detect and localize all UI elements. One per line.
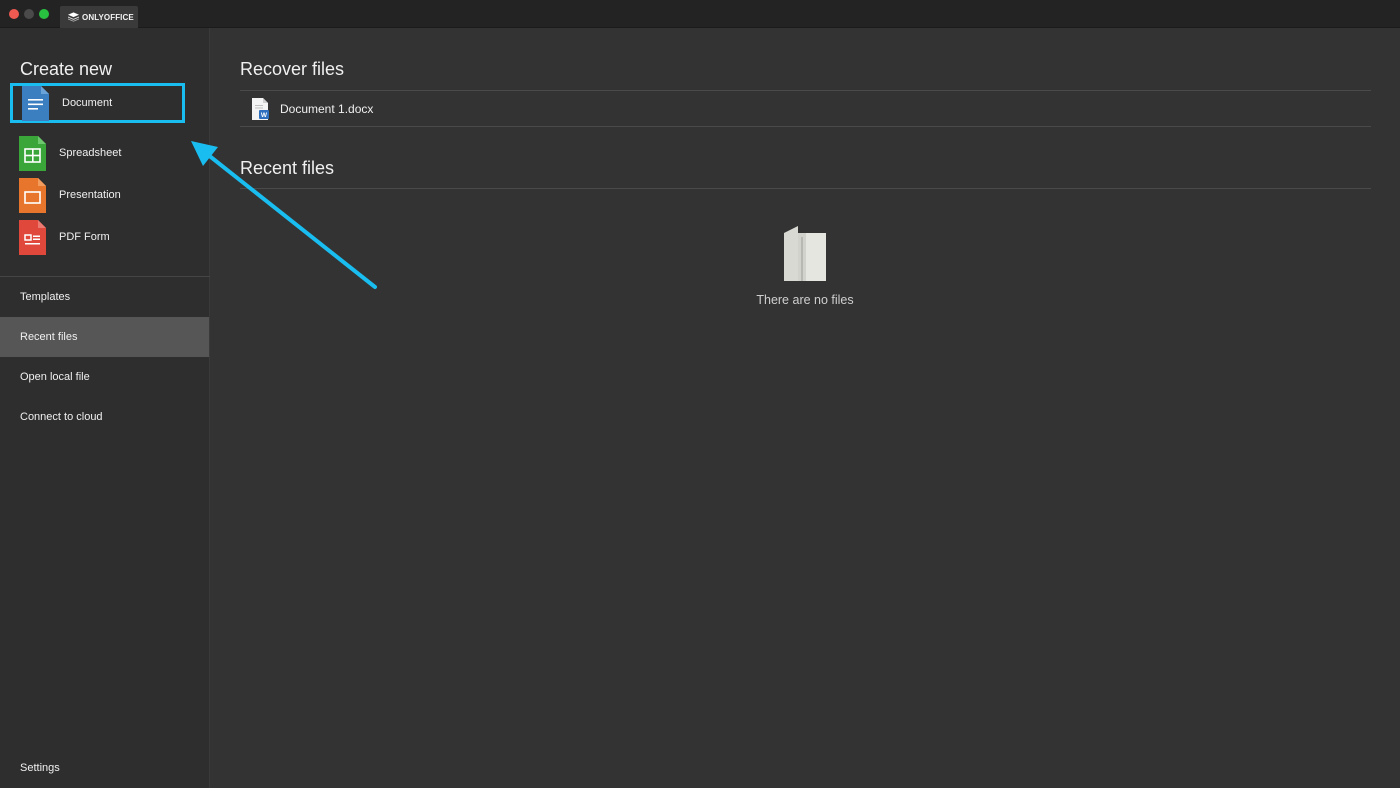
sidebar-item-open-local-file[interactable]: Open local file [0,357,209,397]
title-bar: ONLYOFFICE [0,0,1400,28]
pdf-form-icon [19,219,46,255]
window-close-button[interactable] [9,9,19,19]
recent-files-title: Recent files [240,158,335,178]
create-spreadsheet-label: Spreadsheet [59,147,122,159]
create-pdf-form-label: PDF Form [59,231,110,243]
main-panel: Recover files W Document 1.docx Recent f… [211,28,1400,788]
create-presentation-button[interactable]: Presentation [10,175,185,215]
create-pdf-form-button[interactable]: PDF Form [10,217,185,257]
app-tab-title: ONLYOFFICE [82,12,134,22]
recover-file-row[interactable]: W Document 1.docx [240,91,1371,126]
sidebar-item-settings[interactable]: Settings [0,748,209,788]
create-new-title: Create new [20,59,113,79]
document-icon [22,85,49,121]
sidebar-item-connect-to-cloud[interactable]: Connect to cloud [0,397,209,437]
window-minimize-button[interactable] [24,9,34,19]
empty-message: There are no files [756,293,854,307]
svg-text:W: W [261,112,268,119]
recent-divider [240,188,1371,189]
spreadsheet-icon [19,135,46,171]
sidebar-item-templates[interactable]: Templates [0,277,209,317]
create-document-button[interactable]: Document [10,83,185,123]
recover-file-name: Document 1.docx [280,101,374,116]
presentation-icon [19,177,46,213]
onlyoffice-logo-icon [68,12,79,22]
empty-folder-icon [784,226,826,281]
sidebar: Create new Document Spreadsheet Presenta… [0,28,210,788]
empty-state: There are no files [741,223,869,307]
create-spreadsheet-button[interactable]: Spreadsheet [10,133,185,173]
recover-divider-bottom [240,126,1371,127]
create-document-label: Document [62,97,113,109]
sidebar-item-recent-files[interactable]: Recent files [0,317,209,357]
create-presentation-label: Presentation [59,189,121,201]
recover-files-title: Recover files [240,59,345,79]
docx-file-icon: W [252,97,269,120]
app-tab[interactable]: ONLYOFFICE [60,6,138,28]
window-maximize-button[interactable] [39,9,49,19]
